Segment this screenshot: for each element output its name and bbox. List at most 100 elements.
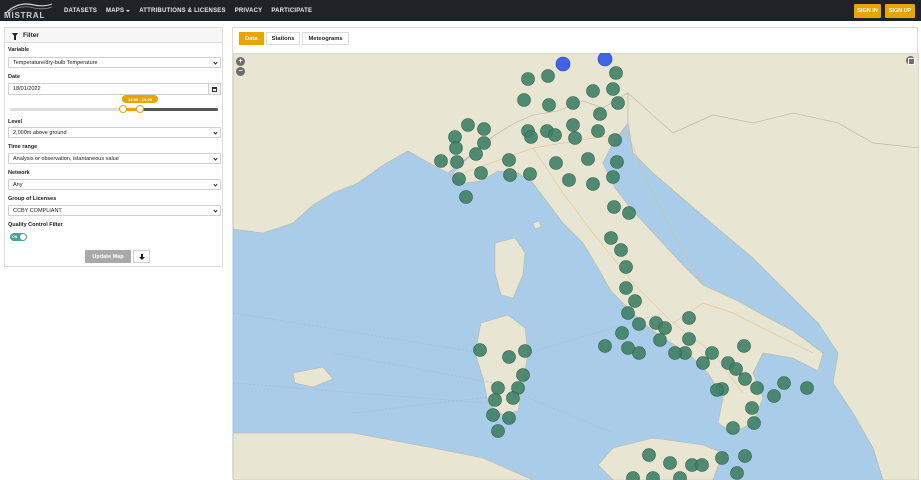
zoom-in-button[interactable]: + [236,57,245,66]
station-cluster-marker[interactable] [616,327,629,340]
timerange-select[interactable]: Analysis or observation, istantaneous va… [8,153,221,164]
station-cluster-marker[interactable] [731,467,744,480]
station-cluster-marker[interactable] [478,123,491,136]
station-cluster-marker[interactable] [587,178,600,191]
station-cluster-marker[interactable] [609,134,622,147]
station-cluster-marker[interactable] [549,129,562,142]
station-cluster-marker[interactable] [594,108,607,121]
station-cluster-marker[interactable] [492,382,505,395]
station-cluster-marker[interactable] [599,340,612,353]
station-cluster-marker[interactable] [608,201,621,214]
station-cluster-marker[interactable] [556,57,570,71]
station-cluster-marker[interactable] [623,207,636,220]
station-cluster-marker[interactable] [610,67,623,80]
network-select[interactable]: Any [8,179,221,190]
station-cluster-marker[interactable] [587,85,600,98]
station-cluster-marker[interactable] [550,157,563,170]
station-cluster-marker[interactable] [475,167,488,180]
station-cluster-marker[interactable] [605,232,618,245]
station-cluster-marker[interactable] [633,318,646,331]
station-cluster-marker[interactable] [474,344,487,357]
station-cluster-marker[interactable] [478,137,491,150]
station-cluster-marker[interactable] [768,390,781,403]
qc-toggle[interactable]: ON [10,233,27,241]
nav-attributions[interactable]: ATTRIBUTIONS & LICENSES [139,8,226,14]
station-cluster-marker[interactable] [669,347,682,360]
station-cluster-marker[interactable] [524,168,537,181]
station-cluster-marker[interactable] [801,382,814,395]
sign-in-button[interactable]: SIGN IN [854,4,881,18]
station-cluster-marker[interactable] [615,244,628,257]
station-cluster-marker[interactable] [470,148,483,161]
fullscreen-icon[interactable] [906,56,915,65]
station-cluster-marker[interactable] [778,377,791,390]
station-cluster-marker[interactable] [582,153,595,166]
station-cluster-marker[interactable] [697,357,710,370]
station-cluster-marker[interactable] [730,363,743,376]
station-cluster-marker[interactable] [503,154,516,167]
station-cluster-marker[interactable] [643,449,656,462]
station-cluster-marker[interactable] [659,322,672,335]
station-cluster-marker[interactable] [620,261,633,274]
calendar-button[interactable] [208,83,221,95]
zoom-out-button[interactable]: − [236,67,245,76]
station-cluster-marker[interactable] [748,417,761,430]
station-cluster-marker[interactable] [629,295,642,308]
nav-privacy[interactable]: PRIVACY [235,8,263,14]
station-cluster-marker[interactable] [654,334,667,347]
station-cluster-marker[interactable] [451,156,464,169]
date-input[interactable]: 18/01/2022 [8,83,209,95]
station-cluster-marker[interactable] [519,345,532,358]
station-cluster-marker[interactable] [716,452,729,465]
map-canvas[interactable] [233,53,919,480]
tab-stations[interactable]: Stations [266,32,301,45]
time-slider-max-handle[interactable] [136,105,144,113]
update-map-button[interactable]: Update Map [85,250,131,263]
station-cluster-marker[interactable] [462,119,475,132]
station-cluster-marker[interactable] [567,97,580,110]
tab-data[interactable]: Data [239,32,264,45]
station-cluster-marker[interactable] [522,73,535,86]
observations-map[interactable]: + − [233,53,919,480]
station-cluster-marker[interactable] [622,342,635,355]
station-cluster-marker[interactable] [569,132,582,145]
station-cluster-marker[interactable] [683,312,696,325]
license-select[interactable]: CCBY COMPLIANT [8,205,221,216]
station-cluster-marker[interactable] [746,402,759,415]
station-cluster-marker[interactable] [542,70,555,83]
station-cluster-marker[interactable] [503,412,516,425]
tab-meteograms[interactable]: Meteograms [302,32,348,45]
sign-up-button[interactable]: SIGN UP [885,4,915,18]
station-cluster-marker[interactable] [706,347,719,360]
station-cluster-marker[interactable] [683,333,696,346]
nav-datasets[interactable]: DATASETS [64,8,97,14]
station-cluster-marker[interactable] [607,83,620,96]
station-cluster-marker[interactable] [612,97,625,110]
station-cluster-marker[interactable] [592,125,605,138]
station-cluster-marker[interactable] [751,382,764,395]
station-cluster-marker[interactable] [727,422,740,435]
station-cluster-marker[interactable] [738,340,751,353]
station-cluster-marker[interactable] [518,94,531,107]
station-cluster-marker[interactable] [517,369,530,382]
station-cluster-marker[interactable] [543,99,556,112]
station-cluster-marker[interactable] [525,131,538,144]
nav-maps[interactable]: MAPS [106,8,130,14]
download-button[interactable] [133,250,150,263]
station-cluster-marker[interactable] [622,307,635,320]
station-cluster-marker[interactable] [507,392,520,405]
station-cluster-marker[interactable] [453,173,466,186]
variable-select[interactable]: Temperature/dry-bulb Temperature [8,57,221,68]
station-cluster-marker[interactable] [711,384,724,397]
time-slider-min-handle[interactable] [119,105,127,113]
station-cluster-marker[interactable] [563,174,576,187]
station-cluster-marker[interactable] [504,169,517,182]
station-cluster-marker[interactable] [435,155,448,168]
station-cluster-marker[interactable] [487,409,500,422]
station-cluster-marker[interactable] [620,282,633,295]
station-cluster-marker[interactable] [664,457,677,470]
station-cluster-marker[interactable] [489,394,502,407]
nav-participate[interactable]: PARTICIPATE [271,8,312,14]
station-cluster-marker[interactable] [598,53,612,66]
station-cluster-marker[interactable] [696,459,709,472]
